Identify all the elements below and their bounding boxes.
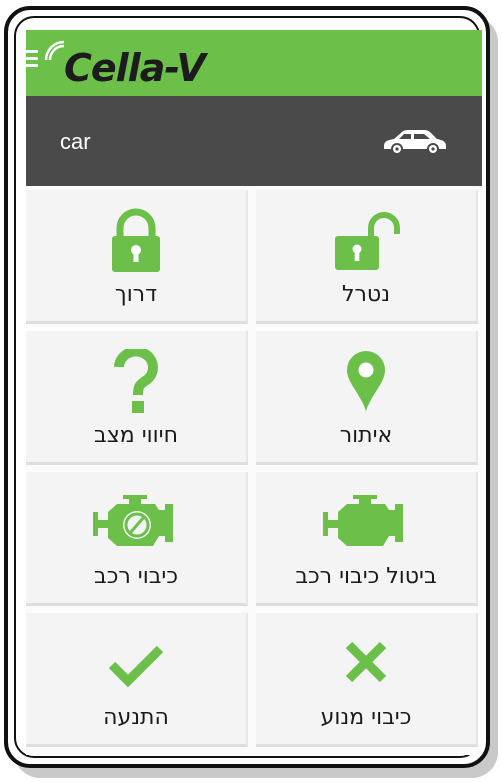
app-logo: Cella-V <box>44 38 244 90</box>
tile-label: כיבוי מנוע <box>320 705 412 730</box>
tile-cancel-immobilize[interactable]: ביטול כיבוי רכב <box>256 472 478 606</box>
check-icon <box>108 645 164 688</box>
tile-engine-stop[interactable]: כיבוי מנוע <box>256 613 478 747</box>
tile-lock[interactable]: דרוך <box>26 190 248 324</box>
close-icon <box>345 641 387 683</box>
tile-label: דרוך <box>114 282 158 307</box>
app-screen: Cella-V car דרוך נטרל חיווי מצב איתור כי… <box>26 30 482 755</box>
tile-label: כיבוי רכב <box>94 564 178 589</box>
vehicle-name: car <box>60 129 91 154</box>
car-icon <box>384 130 446 155</box>
unlock-icon <box>335 212 400 270</box>
menu-icon[interactable] <box>26 50 38 68</box>
question-icon <box>114 349 158 413</box>
tile-label: ביטול כיבוי רכב <box>295 564 437 589</box>
logo-text: Cella-V <box>64 46 206 90</box>
tile-label: איתור <box>339 423 393 448</box>
tile-locate[interactable]: איתור <box>256 331 478 465</box>
engine-icon <box>323 495 403 546</box>
tile-unlock[interactable]: נטרל <box>256 190 478 324</box>
app-bar: Cella-V <box>26 30 482 96</box>
tile-immobilize[interactable]: כיבוי רכב <box>26 472 248 606</box>
tile-label: התנעה <box>103 705 169 730</box>
engine-off-icon <box>93 495 173 546</box>
tile-label: חיווי מצב <box>94 423 178 448</box>
location-pin-icon <box>347 351 385 411</box>
tile-label: נטרל <box>342 282 390 307</box>
tile-status[interactable]: חיווי מצב <box>26 331 248 465</box>
vehicle-selector[interactable]: car <box>26 96 482 186</box>
tile-start[interactable]: התנעה <box>26 613 248 747</box>
lock-icon <box>112 208 160 272</box>
